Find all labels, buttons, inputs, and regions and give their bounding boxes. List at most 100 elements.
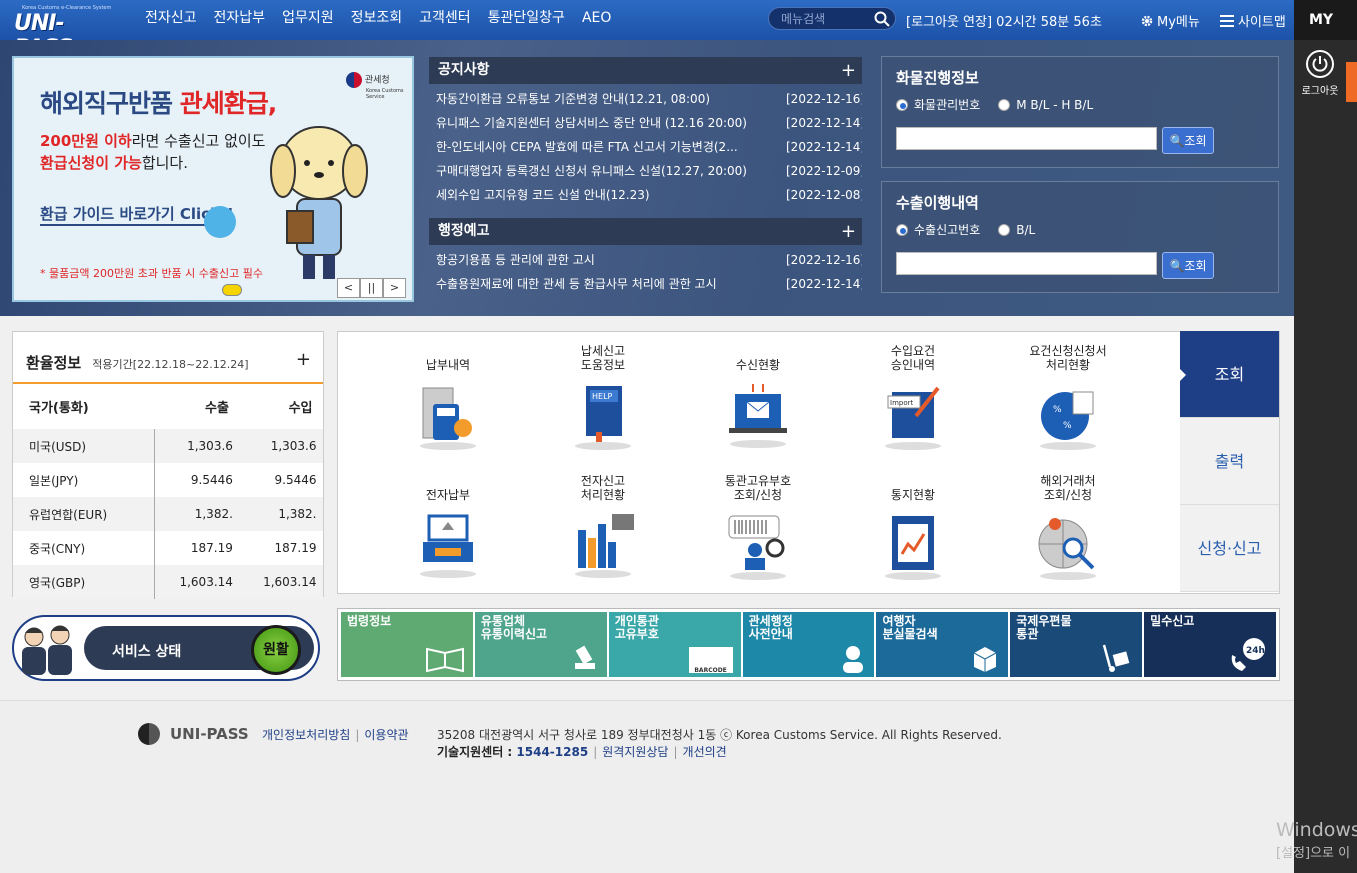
admin-more-icon[interactable]: + — [841, 218, 856, 245]
tab-apply[interactable]: 신청·신고 — [1180, 505, 1279, 592]
menu-e-payment[interactable]: 전자납부 — [214, 0, 266, 40]
pause-icon[interactable]: || — [360, 278, 383, 298]
notice-item[interactable]: 유니패스 기술지원센터 상담서비스 중단 안내 (12.16 20:00) [20… — [429, 111, 862, 135]
admin-item[interactable]: 항공기용품 등 관리에 관한 고시 [2022-12-16] — [429, 248, 862, 272]
feedback-link[interactable]: 개선의견 — [683, 745, 727, 759]
laptop-mail-icon — [729, 384, 787, 448]
banner-warning: * 물품금액 200만원 초과 반품 시 수출신고 필수 — [40, 267, 264, 280]
quick-tax-help[interactable]: 납세신고 도움정보 HELP — [543, 342, 663, 455]
phone-24h-icon: 24h — [1231, 638, 1266, 671]
notice-more-icon[interactable]: + — [841, 57, 856, 84]
cargo-search-button[interactable]: 🔍조회 — [1162, 127, 1214, 154]
search-icon: 🔍 — [1169, 134, 1185, 148]
menu-work-support[interactable]: 업무지원 — [282, 0, 334, 40]
quick-overseas-partner[interactable]: 해외거래처 조회/신청 — [1008, 472, 1128, 585]
quick-requirement-status[interactable]: 요건신청신청서 처리현황 %% — [1008, 342, 1128, 455]
quick-customs-code[interactable]: 통관고유부호 조회/신청 — [698, 472, 818, 585]
menu-search-input[interactable] — [769, 8, 869, 30]
admin-header: 행정예고 + — [429, 218, 862, 245]
remote-support-link[interactable]: 원격지원상담 — [602, 745, 668, 759]
tile-lost-items[interactable]: 여행자 분실물검색 — [876, 612, 1009, 677]
notice-item[interactable]: 자동간이환급 오류통보 기준변경 안내(12.21, 08:00) [2022-1… — [429, 87, 862, 111]
footer-links: 개인정보처리방침 | 이용약관 — [262, 728, 409, 742]
exchange-header: 환율정보 적용기간[22.12.18~22.12.24] + — [13, 332, 323, 384]
footer-tech-support: 기술지원센터 : 1544-1285 | 원격지원상담 | 개선의견 — [437, 745, 727, 759]
headset-person-icon — [843, 646, 864, 673]
prev-slide-icon[interactable]: < — [337, 278, 360, 298]
notice-item[interactable]: 세외수입 고지유형 코드 신설 안내(12.23) [2022-12-08] — [429, 183, 862, 207]
export-number-input[interactable] — [896, 252, 1157, 275]
terms-link[interactable]: 이용약관 — [364, 728, 408, 742]
stamp-icon — [574, 645, 595, 669]
export-title: 수출이행내역 — [896, 194, 979, 212]
my-menu-label: My메뉴 — [1157, 15, 1200, 30]
power-icon — [1306, 50, 1334, 78]
export-search-button[interactable]: 🔍조회 — [1162, 252, 1214, 279]
quick-payment-history[interactable]: 납부내역 — [388, 342, 508, 455]
tile-personal-customs-code[interactable]: 개인통관 고유부호 BARCODE — [608, 612, 741, 677]
right-quick-bar: MY 로그아웃 — [1294, 0, 1357, 873]
menu-info-inquiry[interactable]: 정보조회 — [351, 0, 403, 40]
my-menu-button[interactable]: My메뉴 — [1140, 11, 1200, 30]
payment-terminal-icon — [420, 514, 476, 578]
guide-arrow-icon[interactable] — [204, 206, 236, 238]
next-slide-icon[interactable]: > — [383, 278, 406, 298]
top-navigation-bar: Korea Customs e-Clearance System UNI-PAS… — [0, 0, 1294, 61]
cargo-radio-mgmt[interactable]: 화물관리번호 — [896, 96, 980, 113]
notice-item[interactable]: 구매대행업자 등록갱신 신청서 유니패스 신설(12.27, 20:00) [20… — [429, 159, 862, 183]
sitemap-label: 사이트맵 — [1238, 15, 1286, 30]
session-timer[interactable]: [로그아웃 연장] 02시간 58분 56초 — [906, 11, 1102, 30]
expand-handle[interactable] — [1346, 62, 1357, 102]
tab-inquiry[interactable]: 조회 — [1179, 331, 1279, 418]
tile-intl-mail[interactable]: 국제우편물 통관 — [1010, 612, 1143, 677]
service-tiles: 법령정보 유통업체 유통이력신고 개인통관 고유부호 BARCODE 관세행정 사전안… — [337, 608, 1280, 681]
notice-panel: 공지사항 + 자동간이환급 오류통보 기준변경 안내(12.21, 08:00)[… — [429, 57, 862, 207]
quick-e-declaration-status[interactable]: 전자신고 처리현황 — [543, 472, 663, 585]
footer-emblem-icon — [138, 723, 160, 745]
export-radio-bl[interactable]: B/L — [998, 223, 1035, 237]
cargo-number-input[interactable] — [896, 127, 1157, 150]
exchange-more-icon[interactable]: + — [296, 349, 311, 370]
table-row: 일본(JPY) 9.5446 9.5446 — [13, 463, 323, 497]
cargo-title: 화물진행정보 — [896, 69, 979, 87]
admin-notice-panel: 행정예고 + 항공기용품 등 관리에 관한 고시 [2022-12-16] 수출용원… — [429, 218, 862, 296]
tile-smuggling-report[interactable]: 밀수신고 24h — [1144, 612, 1277, 677]
cargo-radio-bl[interactable]: M B/L - H B/L — [998, 98, 1093, 112]
tab-print[interactable]: 출력 — [1180, 418, 1279, 505]
quick-receipt-status[interactable]: 수신현황 — [698, 342, 818, 455]
notice-header: 공지사항 + — [429, 57, 862, 84]
menu-aeo[interactable]: AEO — [582, 0, 611, 40]
menu-customer-center[interactable]: 고객센터 — [419, 0, 471, 40]
export-radio-decl[interactable]: 수출신고번호 — [896, 221, 980, 238]
logout-button[interactable]: 로그아웃 — [1294, 46, 1346, 97]
quick-inquiry-panel: 납부내역 납세신고 도움정보 HELP 수신현황 수입요건 승인내역 Import … — [337, 331, 1280, 594]
svg-text:%: % — [1053, 405, 1062, 415]
quick-import-approval[interactable]: 수입요건 승인내역 Import — [853, 342, 973, 455]
barcode-person-icon — [728, 515, 786, 580]
service-status-widget: 서비스 상태 원활 — [12, 615, 320, 681]
sitemap-button[interactable]: 사이트맵 — [1220, 11, 1286, 30]
slide-indicator[interactable] — [222, 284, 242, 296]
notice-item[interactable]: 한-인도네시아 CEPA 발효에 따른 FTA 신고서 기능변경(2... [20… — [429, 135, 862, 159]
receipt-calculator-icon — [420, 387, 476, 450]
quick-e-payment[interactable]: 전자납부 — [388, 472, 508, 585]
my-tab[interactable]: MY — [1294, 0, 1357, 40]
privacy-policy-link[interactable]: 개인정보처리방침 — [262, 728, 350, 742]
menu-e-declaration[interactable]: 전자신고 — [145, 0, 197, 40]
tile-distribution[interactable]: 유통업체 유통이력신고 — [474, 612, 607, 677]
menu-single-window[interactable]: 통관단일창구 — [488, 0, 565, 40]
tile-law-info[interactable]: 법령정보 — [341, 612, 473, 677]
promo-banner[interactable]: 관세청 Korea Customs Service 해외직구반품 관세환급, 20… — [12, 56, 414, 302]
search-icon[interactable] — [874, 11, 890, 27]
box-icon — [974, 647, 997, 672]
hand-truck-icon — [1102, 644, 1130, 672]
tile-advance-guide[interactable]: 관세행정 사전안내 — [742, 612, 875, 677]
unipass-logo[interactable]: Korea Customs e-Clearance System UNI-PAS… — [14, 5, 114, 61]
quick-notification-status[interactable]: 통지현황 — [853, 472, 973, 585]
help-book-icon: HELP — [575, 386, 631, 450]
barcode-icon: BARCODE — [688, 647, 733, 674]
service-status-indicator[interactable]: 원활 — [251, 625, 301, 675]
logout-label: 로그아웃 — [1301, 86, 1339, 97]
admin-item[interactable]: 수출용원재료에 대한 관세 등 환급사무 처리에 관한 고시 [2022-12-1… — [429, 272, 862, 296]
staff-people-icon — [22, 625, 72, 675]
